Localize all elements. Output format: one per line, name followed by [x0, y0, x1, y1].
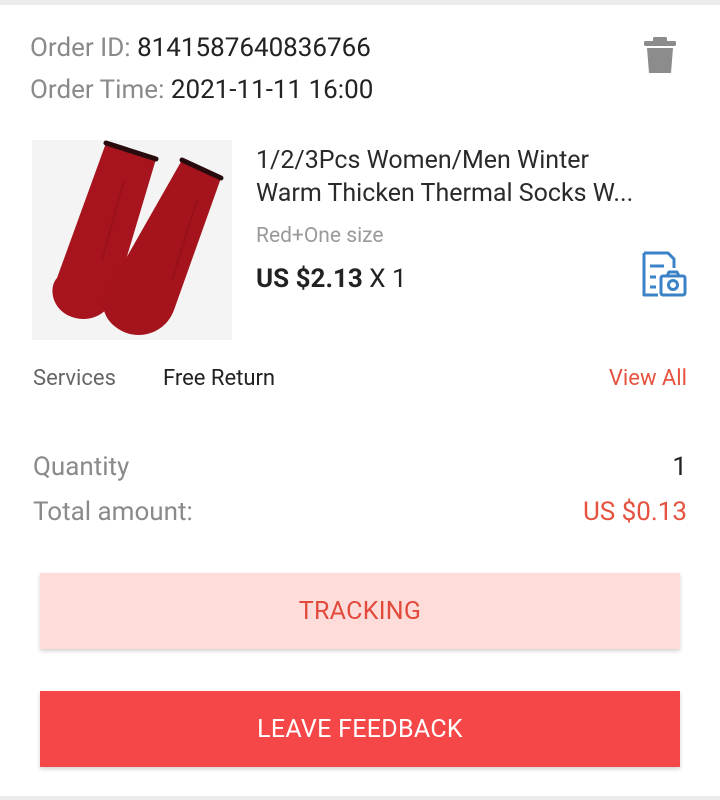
tracking-button[interactable]: TRACKING	[40, 573, 680, 649]
quantity-value: 1	[672, 452, 687, 482]
services-value: Free Return	[163, 366, 276, 391]
bottom-divider	[0, 796, 720, 800]
total-amount-value: US $0.13	[582, 497, 687, 527]
trash-icon[interactable]	[642, 35, 678, 75]
top-divider	[0, 0, 720, 5]
product-quantity: X 1	[369, 264, 407, 294]
services-label: Services	[33, 366, 116, 391]
order-id-label: Order ID:	[30, 33, 131, 63]
order-id-value: 8141587640836766	[137, 33, 371, 63]
product-title-line-2: Warm Thicken Thermal Socks W...	[256, 179, 634, 208]
order-time-row: Order Time: 2021-11-11 16:00	[30, 74, 373, 106]
product-title[interactable]: 1/2/3Pcs Women/Men Winter Warm Thicken T…	[256, 144, 688, 210]
quantity-label: Quantity	[33, 452, 130, 482]
view-all-link[interactable]: View All	[609, 366, 687, 391]
product-price: US $2.13	[256, 264, 363, 294]
order-time-label: Order Time:	[30, 75, 165, 105]
leave-feedback-button[interactable]: LEAVE FEEDBACK	[40, 691, 680, 767]
order-time-value: 2021-11-11 16:00	[170, 75, 374, 105]
product-image[interactable]	[32, 140, 232, 340]
product-variant: Red+One size	[256, 224, 384, 248]
total-amount-label: Total amount:	[33, 497, 193, 527]
document-camera-icon[interactable]	[638, 250, 688, 300]
order-id-row: Order ID: 8141587640836766	[30, 32, 371, 64]
product-title-line-1: 1/2/3Pcs Women/Men Winter	[256, 146, 590, 175]
product-price-row: US $2.13 X 1	[256, 264, 407, 294]
